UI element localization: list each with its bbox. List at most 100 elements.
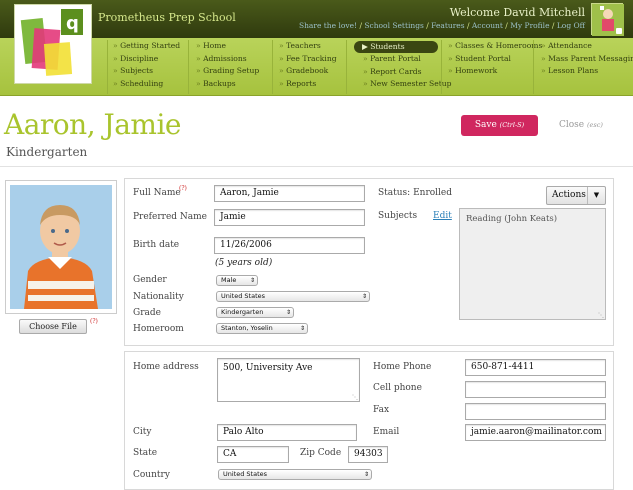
gender-label: Gender	[133, 275, 167, 285]
select-arrows-icon: ⇕	[363, 471, 369, 478]
city-label: City	[133, 427, 152, 437]
state-input[interactable]: CA	[217, 446, 289, 463]
email-input[interactable]: jamie.aaron@mailinator.com	[465, 424, 606, 441]
birth-date-label: Birth date	[133, 240, 180, 250]
homeroom-value: Stanton, Yoselin	[221, 324, 273, 332]
homeroom-select[interactable]: Stanton, Yoselin ⇕	[216, 323, 308, 334]
nav-divider	[107, 40, 108, 94]
status-label: Status: Enrolled	[378, 188, 453, 198]
cell-phone-label: Cell phone	[373, 383, 422, 393]
home-phone-label: Home Phone	[373, 362, 432, 372]
photo-help-mark[interactable]: (?)	[90, 318, 98, 325]
home-address-value: 500, University Ave	[223, 363, 313, 373]
nav-scheduling[interactable]: Scheduling	[113, 78, 180, 91]
nav-column-3: Teachers Fee Tracking Gradebook Reports	[279, 40, 337, 90]
link-account[interactable]: Account	[472, 21, 503, 30]
nav-getting-started[interactable]: Getting Started	[113, 40, 180, 53]
nav-lesson-plans[interactable]: Lesson Plans	[541, 65, 633, 78]
nav-backups[interactable]: Backups	[196, 78, 259, 91]
link-features[interactable]: Features	[431, 21, 464, 30]
nav-student-portal[interactable]: Student Portal	[448, 53, 542, 66]
welcome-message: Welcome David Mitchell	[449, 6, 585, 19]
logo-letter: q	[66, 13, 79, 34]
choose-file-button[interactable]: Choose File	[19, 319, 87, 334]
state-label: State	[133, 448, 158, 458]
subjects-label: Subjects	[378, 211, 418, 221]
nav-new-semester-setup[interactable]: New Semester Setup	[363, 78, 451, 91]
nav-gradebook[interactable]: Gradebook	[279, 65, 337, 78]
edit-subjects-link[interactable]: Edit	[433, 211, 452, 221]
select-arrows-icon: ⇕	[285, 309, 291, 316]
nav-reports[interactable]: Reports	[279, 78, 337, 91]
full-name-help-mark[interactable]: (?)	[179, 185, 187, 192]
nav-report-cards[interactable]: Report Cards	[363, 66, 452, 79]
preferred-name-input[interactable]: Jamie	[214, 209, 365, 226]
link-school-settings[interactable]: School Settings	[364, 21, 423, 30]
nav-students-active[interactable]: ▶ Students	[354, 41, 438, 53]
nationality-select[interactable]: United States ⇕	[216, 291, 370, 302]
save-label: Save	[474, 120, 497, 130]
save-button[interactable]: Save (Ctrl-S)	[461, 115, 538, 136]
actions-label: Actions	[552, 190, 586, 200]
nav-subjects[interactable]: Subjects	[113, 65, 180, 78]
nav-homework[interactable]: Homework	[448, 65, 542, 78]
gender-select[interactable]: Male ⇕	[216, 275, 258, 286]
actions-dropdown-button[interactable]: Actions ▼	[546, 186, 606, 205]
resize-grip-icon: ⋱	[352, 394, 358, 401]
nav-column-5: Classes & Homerooms Student Portal Homew…	[448, 40, 542, 78]
page-subtitle: Kindergarten	[6, 145, 88, 159]
grade-select[interactable]: Kindergarten ⇕	[216, 307, 294, 318]
full-name-input[interactable]: Aaron, Jamie	[214, 185, 365, 202]
grade-label: Grade	[133, 308, 161, 318]
age-note: (5 years old)	[215, 258, 273, 268]
cell-phone-input[interactable]	[465, 381, 606, 398]
nav-divider	[533, 40, 534, 94]
nav-home[interactable]: Home	[196, 40, 259, 53]
email-label: Email	[373, 427, 400, 437]
student-photo	[10, 185, 112, 309]
nav-divider	[441, 40, 442, 94]
select-arrows-icon: ⇕	[249, 277, 255, 284]
subjects-list: Reading (John Keats) ⋱	[459, 208, 606, 320]
home-address-textarea[interactable]: 500, University Ave ⋱	[217, 358, 360, 402]
fax-input[interactable]	[465, 403, 606, 420]
gender-value: Male	[221, 276, 237, 284]
nav-attendance[interactable]: Attendance	[541, 40, 633, 53]
nav-parent-portal[interactable]: Parent Portal	[363, 53, 452, 66]
school-name: Prometheus Prep School	[98, 11, 236, 24]
close-shortcut-hint: (esc)	[587, 121, 603, 129]
chevron-down-icon: ▼	[587, 187, 605, 204]
close-link[interactable]: Close (esc)	[559, 120, 603, 130]
nav-teachers[interactable]: Teachers	[279, 40, 337, 53]
grade-value: Kindergarten	[221, 308, 264, 316]
country-value: United States	[223, 470, 268, 478]
link-my-profile[interactable]: My Profile	[510, 21, 549, 30]
nav-column-4: Parent Portal Report Cards New Semester …	[363, 53, 452, 91]
birth-date-input[interactable]: 11/26/2006	[214, 237, 365, 254]
link-log-off[interactable]: Log Off	[557, 21, 585, 30]
nav-fee-tracking[interactable]: Fee Tracking	[279, 53, 337, 66]
user-avatar[interactable]	[591, 3, 624, 36]
nav-mass-parent-messaging[interactable]: Mass Parent Messaging	[541, 53, 633, 66]
city-input[interactable]: Palo Alto	[217, 424, 357, 441]
nav-divider	[346, 40, 347, 94]
home-phone-input[interactable]: 650-871-4411	[465, 359, 606, 376]
full-name-label: Full Name	[133, 188, 181, 198]
nav-students-label: Students	[370, 42, 405, 51]
student-photo-frame	[5, 180, 117, 314]
nav-discipline[interactable]: Discipline	[113, 53, 180, 66]
link-share-love[interactable]: Share the love!	[299, 21, 357, 30]
subject-item: Reading (John Keats)	[466, 214, 558, 224]
nationality-label: Nationality	[133, 292, 184, 302]
nav-classes-homerooms[interactable]: Classes & Homerooms	[448, 40, 542, 53]
fax-label: Fax	[373, 405, 390, 415]
nav-grading-setup[interactable]: Grading Setup	[196, 65, 259, 78]
country-select[interactable]: United States ⇕	[218, 469, 372, 480]
nav-divider	[272, 40, 273, 94]
divider	[0, 166, 633, 167]
nav-admissions[interactable]: Admissions	[196, 53, 259, 66]
nav-column-2: Home Admissions Grading Setup Backups	[196, 40, 259, 90]
school-logo[interactable]: q	[14, 4, 92, 84]
top-links: Share the love! / School Settings / Feat…	[298, 21, 585, 30]
zip-input[interactable]: 94303	[348, 446, 388, 463]
